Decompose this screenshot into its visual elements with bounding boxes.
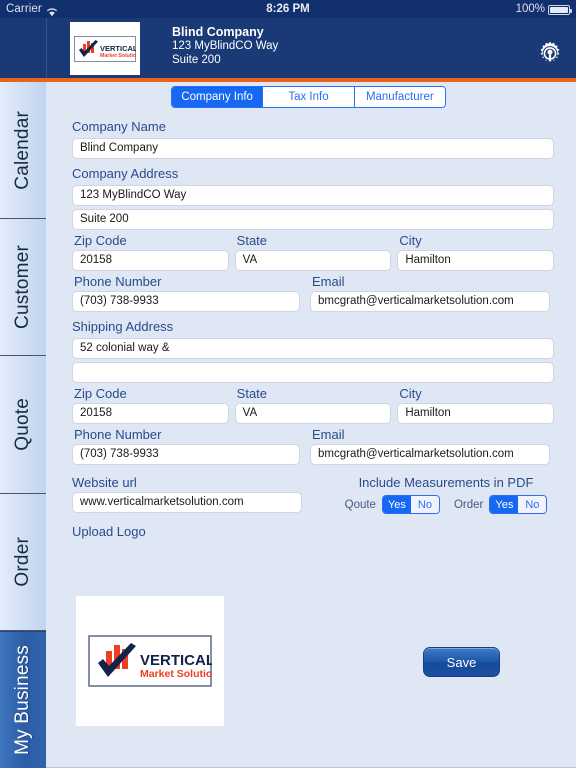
header-accent-rule bbox=[0, 78, 576, 82]
sidebar-item-my-business[interactable]: My Business bbox=[0, 630, 46, 768]
billing-contact-row: Phone Number (703) 738-9933 Email bmcgra… bbox=[46, 273, 576, 312]
section-tabs: Company Info Tax Info Manufacturer bbox=[171, 86, 446, 108]
order-yes-button[interactable]: Yes bbox=[490, 496, 519, 513]
shipping-address-line2-input[interactable] bbox=[72, 362, 554, 383]
tab-company-info[interactable]: Company Info bbox=[172, 87, 264, 107]
sidebar-item-quote[interactable]: Quote bbox=[0, 356, 46, 494]
measurements-toggles: Qoute Yes No Order Yes No bbox=[331, 495, 561, 514]
shipping-city-label: City bbox=[399, 386, 422, 401]
shipping-location-row: Zip Code 20158 State VA City Hamilton bbox=[46, 385, 576, 424]
billing-city-label: City bbox=[399, 233, 422, 248]
billing-zip-input[interactable]: 20158 bbox=[72, 250, 229, 271]
shipping-phone-label: Phone Number bbox=[74, 427, 162, 442]
header-address-line-2: Suite 200 bbox=[172, 53, 221, 66]
billing-location-row: Zip Code 20158 State VA City Hamilton bbox=[46, 232, 576, 271]
measurements-title: Include Measurements in PDF bbox=[358, 475, 534, 490]
sidebar-item-calendar[interactable]: Calendar bbox=[0, 82, 46, 220]
battery-percent-label: 100% bbox=[515, 3, 545, 15]
sidebar: Calendar Customer Quote Order My Busines… bbox=[0, 82, 46, 768]
quote-yes-no-toggle: Yes No bbox=[381, 495, 440, 514]
header-address-line-1: 123 MyBlindCO Way bbox=[172, 40, 279, 52]
header-company-block: Blind Company 123 MyBlindCO Way Suite 20… bbox=[172, 25, 278, 67]
tab-manufacturer[interactable]: Manufacturer bbox=[354, 87, 445, 107]
content-panel: Company Info Tax Info Manufacturer Compa… bbox=[46, 82, 576, 768]
website-and-measurements-row: Website url www.verticalmarketsolution.c… bbox=[46, 473, 576, 521]
sidebar-item-label: Customer bbox=[12, 245, 33, 330]
company-address-label: Company Address bbox=[72, 166, 179, 181]
sidebar-item-label: My Business bbox=[12, 644, 33, 755]
tab-tax-info[interactable]: Tax Info bbox=[263, 87, 355, 107]
shipping-contact-row: Phone Number (703) 738-9933 Email bmcgra… bbox=[46, 426, 576, 465]
shipping-city-input[interactable]: Hamilton bbox=[397, 403, 555, 424]
quote-yes-button[interactable]: Yes bbox=[382, 496, 411, 513]
quote-toggle-label: Qoute bbox=[344, 498, 376, 511]
billing-phone-input[interactable]: (703) 738-9933 bbox=[72, 291, 300, 312]
shipping-address-label: Shipping Address bbox=[72, 319, 174, 334]
website-input[interactable]: www.verticalmarketsolution.com bbox=[72, 492, 302, 513]
shipping-zip-input[interactable]: 20158 bbox=[72, 403, 229, 424]
shipping-email-input[interactable]: bmcgrath@verticalmarketsolution.com bbox=[310, 444, 550, 465]
website-group: Website url www.verticalmarketsolution.c… bbox=[72, 473, 302, 513]
header-logo: VERTICAL Market Solution bbox=[70, 22, 140, 75]
shipping-state-label: State bbox=[236, 386, 268, 401]
sidebar-item-label: Quote bbox=[12, 398, 33, 451]
billing-zip-label: Zip Code bbox=[74, 233, 127, 248]
order-toggle-group: Order Yes No bbox=[453, 495, 548, 514]
company-info-form: Company Name Blind Company Company Addre… bbox=[46, 112, 576, 541]
quote-toggle-group: Qoute Yes No bbox=[345, 495, 440, 514]
app-header: VERTICAL Market Solution Blind Company 1… bbox=[0, 18, 576, 78]
measurements-group: Include Measurements in PDF Qoute Yes No… bbox=[331, 473, 561, 514]
status-bar-right: 100% bbox=[515, 0, 572, 18]
company-address-line2-input[interactable]: Suite 200 bbox=[72, 209, 554, 230]
sidebar-item-label: Order bbox=[12, 536, 33, 587]
sidebar-item-customer[interactable]: Customer bbox=[0, 219, 46, 357]
status-bar: Carrier 8:26 PM 100% bbox=[0, 0, 576, 18]
svg-text:VERTICAL: VERTICAL bbox=[100, 44, 136, 53]
status-bar-time: 8:26 PM bbox=[266, 3, 310, 15]
website-label: Website url bbox=[72, 475, 137, 490]
vertical-market-solution-logo-icon: VERTICAL Market Solution bbox=[74, 35, 136, 62]
order-yes-no-toggle: Yes No bbox=[489, 495, 548, 514]
app-root: Carrier 8:26 PM 100% VERTICAL Market Sol… bbox=[0, 0, 576, 768]
svg-text:Market Solution: Market Solution bbox=[140, 668, 212, 680]
shipping-phone-input[interactable]: (703) 738-9933 bbox=[72, 444, 300, 465]
billing-email-label: Email bbox=[312, 274, 345, 289]
shipping-zip-label: Zip Code bbox=[74, 386, 127, 401]
quote-no-button[interactable]: No bbox=[410, 496, 439, 513]
company-address-line1-input[interactable]: 123 MyBlindCO Way bbox=[72, 185, 554, 206]
svg-text:VERTICAL: VERTICAL bbox=[140, 652, 212, 669]
company-name-label: Company Name bbox=[72, 119, 166, 134]
header-company-name: Blind Company bbox=[172, 25, 264, 39]
upload-logo-label: Upload Logo bbox=[72, 524, 146, 539]
shipping-state-input[interactable]: VA bbox=[234, 403, 392, 424]
order-toggle-label: Order bbox=[453, 498, 484, 511]
shipping-email-label: Email bbox=[312, 427, 345, 442]
vertical-market-solution-logo-icon: VERTICAL Market Solution bbox=[88, 635, 212, 687]
order-no-button[interactable]: No bbox=[518, 496, 547, 513]
company-name-input[interactable]: Blind Company bbox=[72, 138, 554, 159]
billing-email-input[interactable]: bmcgrath@verticalmarketsolution.com bbox=[310, 291, 550, 312]
shipping-address-line1-input[interactable]: 52 colonial way & bbox=[72, 338, 554, 359]
battery-icon bbox=[548, 5, 572, 15]
svg-text:Market Solution: Market Solution bbox=[100, 53, 136, 59]
billing-phone-label: Phone Number bbox=[74, 274, 162, 289]
logo-upload-preview[interactable]: VERTICAL Market Solution bbox=[76, 596, 224, 726]
save-button[interactable]: Save bbox=[423, 647, 500, 677]
sidebar-item-order[interactable]: Order bbox=[0, 493, 46, 631]
sidebar-item-label: Calendar bbox=[12, 110, 33, 190]
billing-state-input[interactable]: VA bbox=[234, 250, 392, 271]
header-divider bbox=[46, 18, 47, 78]
billing-state-label: State bbox=[236, 233, 268, 248]
gear-icon[interactable] bbox=[535, 40, 565, 70]
billing-city-input[interactable]: Hamilton bbox=[397, 250, 555, 271]
